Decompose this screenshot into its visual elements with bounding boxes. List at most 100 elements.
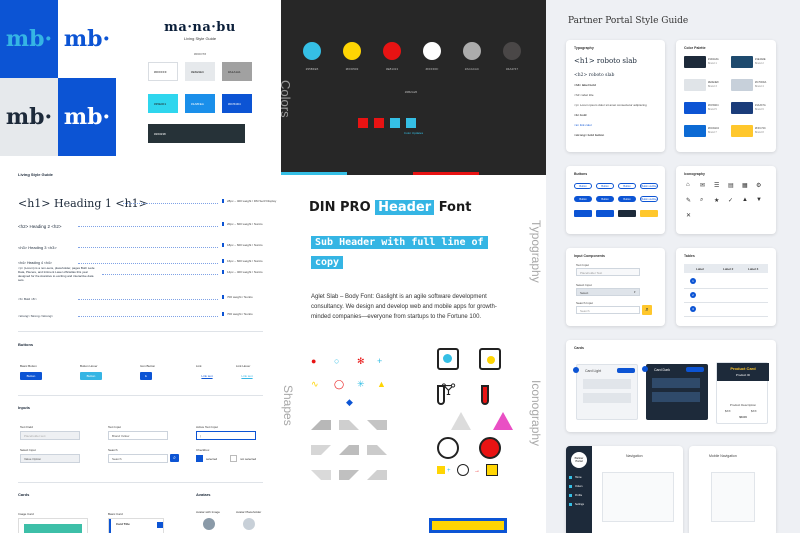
typography-card: Typography <h1> roboto slab <h2> roboto …: [566, 40, 665, 152]
pill-button[interactable]: Button: [596, 183, 614, 189]
chat-bubble-icon: ●: [311, 356, 317, 366]
header-prefix: DIN PRO: [309, 200, 371, 215]
type-sample: <h4> Heading 4 <h4>: [18, 261, 52, 265]
input-value: Placeholder text: [24, 433, 46, 438]
text-field[interactable]: Brand Yellow: [108, 431, 168, 440]
palette-swatch: [731, 56, 753, 68]
search-input[interactable]: Search: [576, 306, 640, 314]
ui-icon: ☰: [714, 183, 720, 189]
photo-icon: [437, 348, 459, 370]
input-value: Value Option: [24, 456, 42, 461]
avatar-label: Avatar Placeholder: [236, 510, 262, 514]
input-label: Active Text Input: [196, 425, 218, 429]
row-number: 3: [690, 306, 696, 312]
sidebar-item[interactable]: Profile: [575, 494, 582, 497]
basic-card[interactable]: Card Title: [108, 518, 164, 533]
card-title: Card Dark: [654, 368, 670, 372]
pill-button[interactable]: Button outline: [640, 183, 658, 189]
subheader-text: Sub Header with full line of copy: [311, 236, 488, 269]
palette-swatch: [731, 125, 753, 137]
palette-swatch: [684, 102, 706, 114]
pill-button[interactable]: Button: [618, 196, 636, 202]
type-sample: <b> Bold </b>: [18, 297, 37, 301]
select-input[interactable]: Select ▾: [576, 288, 640, 296]
card-badge: [642, 366, 648, 372]
brand-tag: #ROOT#: [193, 52, 206, 56]
search-field[interactable]: Search: [108, 454, 168, 463]
row-divider: [684, 302, 768, 303]
card-button[interactable]: [617, 368, 635, 373]
pill-button[interactable]: Button: [596, 196, 614, 202]
nav-icon: [569, 494, 572, 497]
type-meta: 18px – 600 weight / Nunito: [222, 243, 263, 247]
manabu-style-guide-panel: mb · mb · mb · mb · ma·na·bu Living Style Gu…: [0, 0, 281, 533]
send-icon-button[interactable]: ➤: [140, 372, 152, 380]
icon-button[interactable]: [574, 210, 592, 217]
pill-button[interactable]: Button outline: [640, 196, 658, 202]
triangle-shape: [339, 470, 359, 480]
checkbox-checked[interactable]: [196, 455, 203, 462]
icon-button[interactable]: [618, 210, 636, 217]
card-heading: Typography: [574, 46, 594, 50]
type-scale-row: <p> (Lorem) is a non-sens, placeholder, …: [18, 266, 263, 282]
color-swatch: #FFFFFF: [148, 62, 178, 81]
ui-icon: ▲: [742, 197, 748, 203]
palette-hex: #FFC72C: [755, 127, 766, 130]
typography-title: Typography: [529, 220, 543, 283]
link[interactable]: Link text: [236, 372, 258, 380]
row-number: 1: [690, 278, 696, 284]
input-value: Search: [112, 456, 122, 461]
palette-hex: #1E4A6E: [755, 58, 766, 61]
text-input[interactable]: Placeholder Text: [576, 268, 640, 276]
avatar-image: [203, 518, 215, 530]
color-update-square: [390, 118, 400, 128]
icon-button[interactable]: [640, 210, 658, 217]
camera-icon: [479, 348, 501, 370]
type-meta: 28px – 400 weight / DM Serif Display: [222, 199, 276, 203]
card-light[interactable]: Card Light: [573, 364, 638, 420]
partner-portal-panel: Partner Portal Style Guide Typography <h…: [546, 0, 800, 533]
card-accent: [109, 519, 111, 533]
link[interactable]: Link text: [196, 372, 218, 380]
sample-button[interactable]: Button: [80, 372, 102, 380]
sidebar: Partner Portal Home Orders Profile Settings: [566, 446, 592, 533]
pill-button[interactable]: Button: [618, 183, 636, 189]
flask-icon: [451, 412, 471, 430]
button-sample-label: Link: [196, 364, 202, 368]
h1-sample: <h1> roboto slab: [574, 57, 637, 65]
ui-icon: ✉: [700, 183, 706, 189]
text-field[interactable]: Value Option: [20, 454, 80, 463]
card-dark[interactable]: Card Dark: [642, 364, 708, 420]
color-update-square: [358, 118, 368, 128]
inputs-heading: Inputs: [18, 405, 30, 410]
h2-sample: <h2> roboto slab: [574, 73, 615, 78]
sidebar-item[interactable]: Home: [575, 476, 582, 479]
color-swatch: #A1A1A1: [222, 62, 252, 81]
palette-hex: #E0E4E8: [708, 81, 719, 84]
unicorn-icon: [437, 437, 459, 459]
color-circle: [343, 42, 361, 60]
search-icon[interactable]: ⌕: [642, 305, 652, 315]
pill-button[interactable]: Button: [574, 183, 592, 189]
image-card[interactable]: [18, 518, 88, 533]
card-button[interactable]: [686, 367, 704, 372]
pill-button[interactable]: Button: [574, 196, 592, 202]
palette-hex: #C7D0DA: [755, 81, 767, 84]
sample-button[interactable]: Button: [20, 372, 42, 380]
card-row: [652, 378, 700, 388]
sidebar-item[interactable]: Settings: [575, 503, 584, 506]
checkbox-label: Checkbox: [196, 448, 210, 452]
icon-button[interactable]: [596, 210, 614, 217]
stripe-segment: [281, 172, 347, 175]
checkbox-unchecked[interactable]: [230, 455, 237, 462]
type-scale-row: <h3> Heading 3 <h3> 18px – 600 weight / N…: [18, 240, 263, 254]
palette-hex: #0C54D4: [708, 104, 719, 107]
text-field[interactable]: |: [196, 431, 256, 440]
iconography-title: Iconography: [529, 380, 543, 447]
product-card[interactable]: Product Card Product ID Product Descript…: [716, 362, 769, 424]
color-update-square: [374, 118, 384, 128]
text-field[interactable]: Placeholder text: [20, 431, 80, 440]
sidebar-item[interactable]: Orders: [575, 485, 583, 488]
table-header-cell: Label 3: [748, 267, 759, 271]
search-icon[interactable]: ⌕: [170, 454, 179, 462]
